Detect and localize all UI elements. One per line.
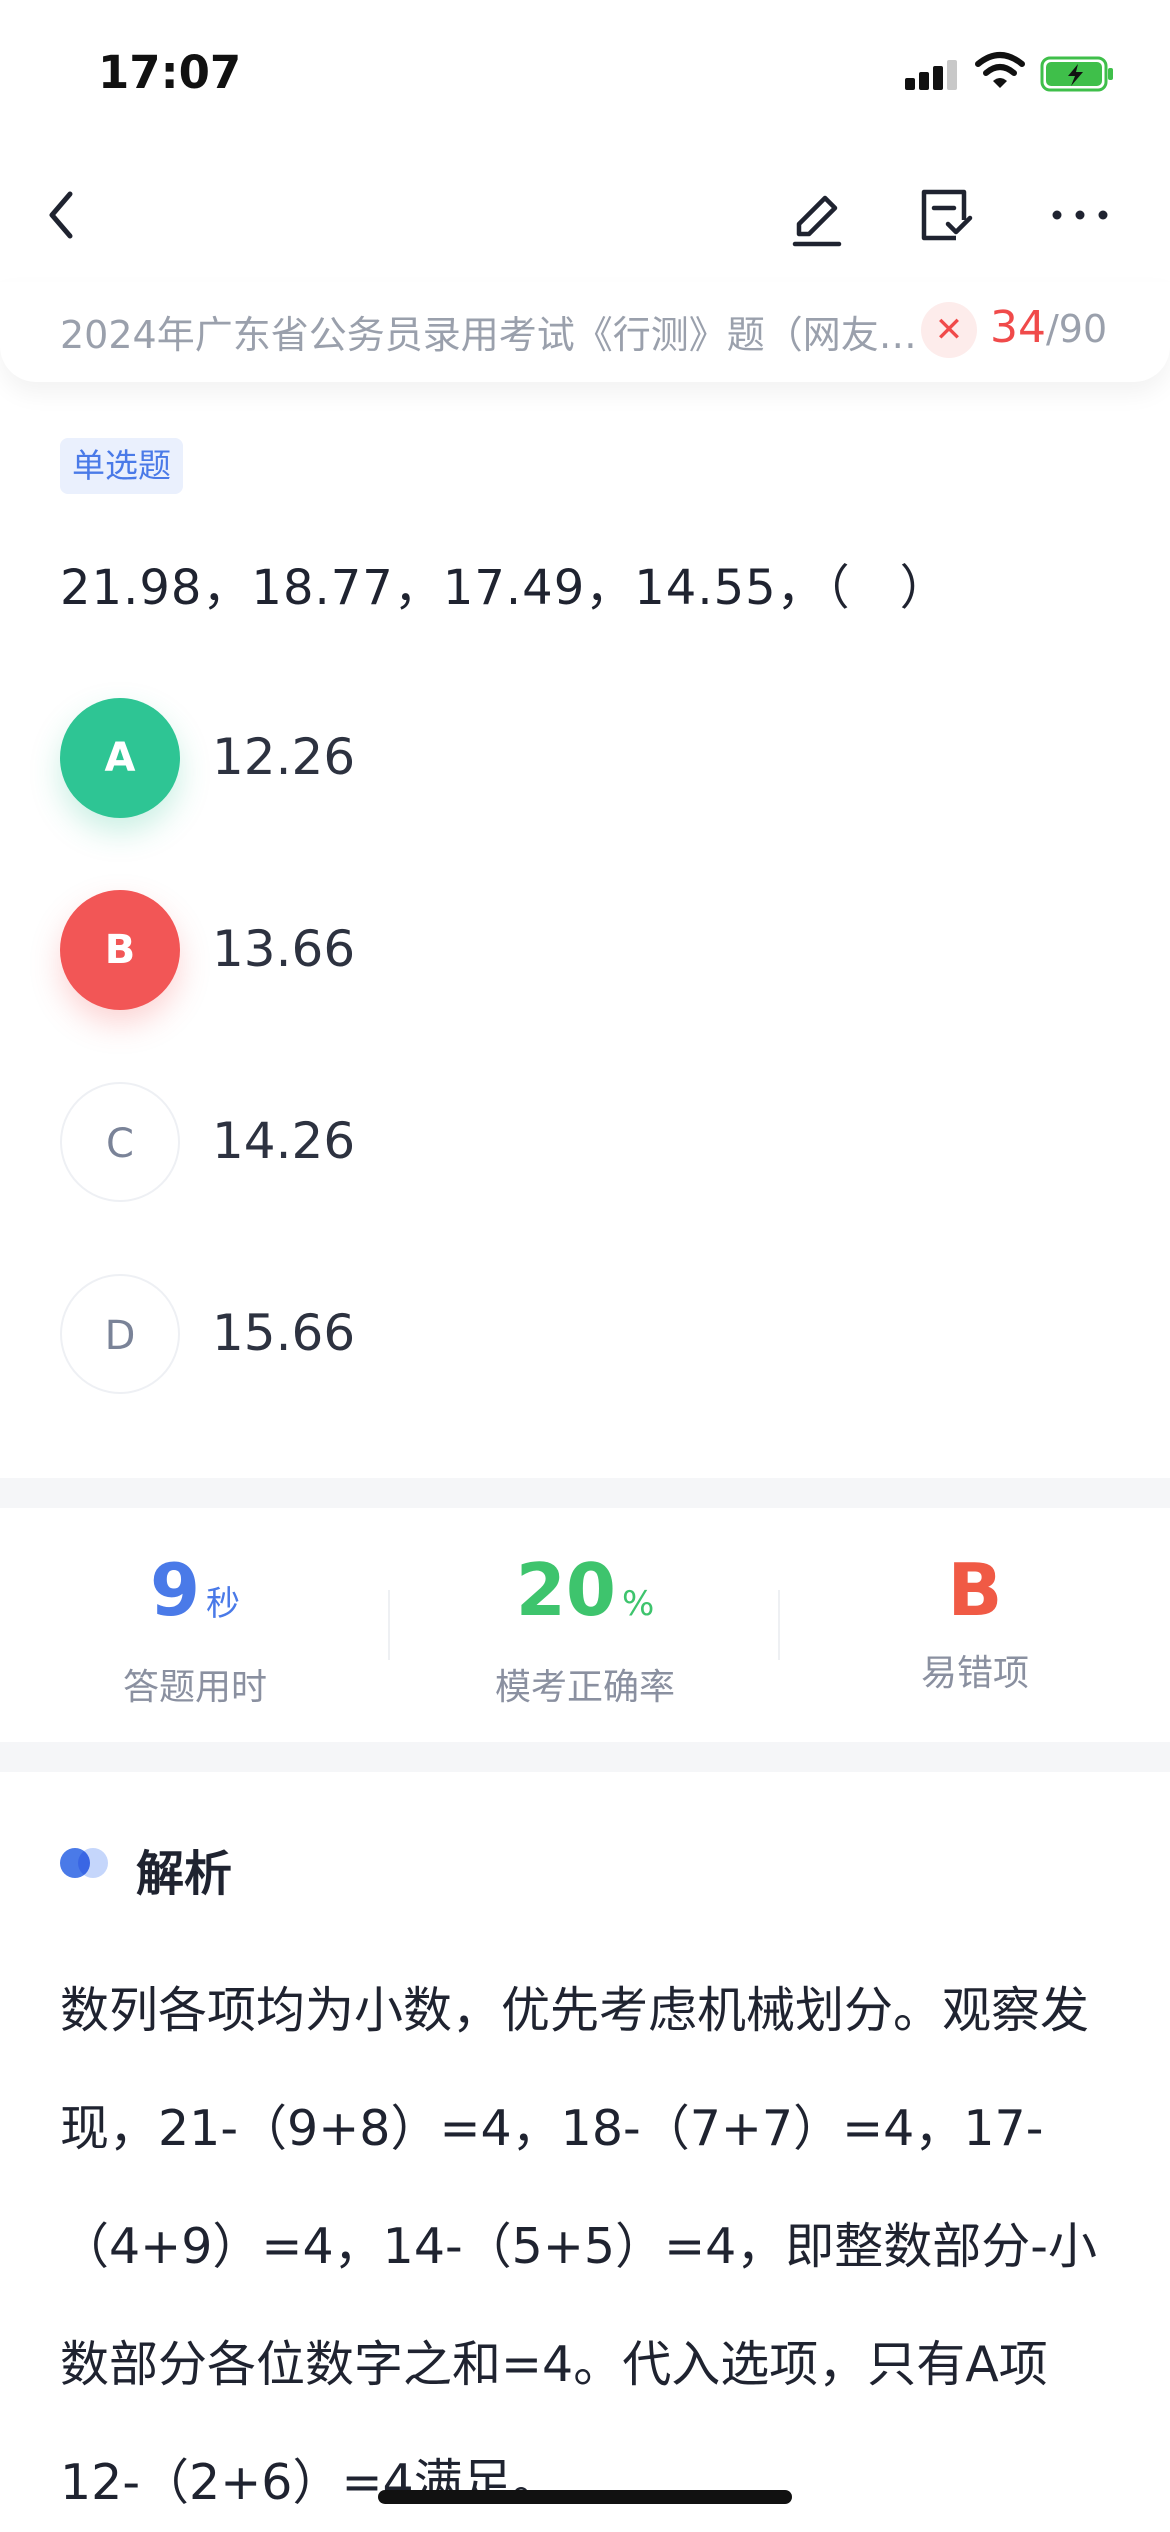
battery-charging-icon [1040, 56, 1113, 92]
option-value: 12.26 [212, 728, 356, 786]
stat-wrong-label: 易错项 [920, 1653, 1029, 1694]
option-value: 14.26 [212, 1112, 356, 1170]
progress-total: /90 [1046, 307, 1108, 351]
stat-accuracy-unit: % [621, 1584, 655, 1624]
stat-wrong-value: B [947, 1548, 1003, 1632]
progress-current: 34 [990, 302, 1046, 353]
option-letter: C [60, 1082, 180, 1202]
wifi-icon [975, 52, 1025, 88]
back-icon[interactable] [30, 180, 90, 250]
option-a[interactable]: A 12.26 [60, 698, 1110, 822]
option-d[interactable]: D 15.66 [60, 1274, 1110, 1398]
option-c[interactable]: C 14.26 [60, 1082, 1110, 1206]
paper-header: 2024年广东省公务员录用考试《行测》题（网友… ✕ 34/90 [0, 282, 1170, 382]
close-icon[interactable]: ✕ [921, 302, 977, 358]
question-stem: 21.98，18.77，17.49，14.55，（ ） [60, 560, 949, 616]
stat-time-unit: 秒 [206, 1584, 241, 1624]
option-b[interactable]: B 13.66 [60, 890, 1110, 1014]
analysis-title: 解析 [136, 1846, 233, 1902]
stat-time-value: 9 [149, 1548, 201, 1632]
section-divider [0, 1742, 1170, 1772]
home-indicator[interactable] [378, 2490, 792, 2504]
option-letter: A [60, 698, 180, 818]
status-time: 17:07 [98, 46, 242, 99]
stat-time-value-row: 9秒 [0, 1550, 390, 1644]
analysis-text: 数列各项均为小数，优先考虑机械划分。观察发现，21-（9+8）=4，18-（7+… [60, 1982, 1097, 2511]
answer-stats: 9秒 答题用时 20% 模考正确率 B 易错项 [0, 1510, 1170, 1740]
stat-accuracy-value-row: 20% [390, 1550, 780, 1644]
option-letter: D [60, 1274, 180, 1394]
more-icon[interactable] [1045, 180, 1115, 250]
section-divider [0, 1478, 1170, 1508]
option-value: 13.66 [212, 920, 356, 978]
stat-accuracy: 20% 模考正确率 [390, 1550, 780, 1710]
stat-accuracy-label: 模考正确率 [494, 1667, 675, 1708]
stat-time-label: 答题用时 [122, 1667, 267, 1708]
status-bar: 17:07 [0, 0, 1170, 150]
answer-card-icon[interactable] [912, 180, 976, 250]
analysis-dot-icon [78, 1848, 108, 1878]
paper-title[interactable]: 2024年广东省公务员录用考试《行测》题（网友… [60, 304, 930, 359]
stat-wrong: B 易错项 [780, 1550, 1170, 1696]
option-letter: B [60, 890, 180, 1010]
stat-time: 9秒 答题用时 [0, 1550, 390, 1710]
question-type-badge: 单选题 [60, 438, 183, 494]
option-value: 15.66 [212, 1304, 356, 1362]
signal-icon [905, 60, 957, 90]
question-progress[interactable]: 34/90 [990, 302, 1107, 353]
nav-bar [0, 160, 1170, 270]
stat-accuracy-value: 20 [515, 1548, 616, 1632]
edit-icon[interactable] [785, 180, 849, 250]
